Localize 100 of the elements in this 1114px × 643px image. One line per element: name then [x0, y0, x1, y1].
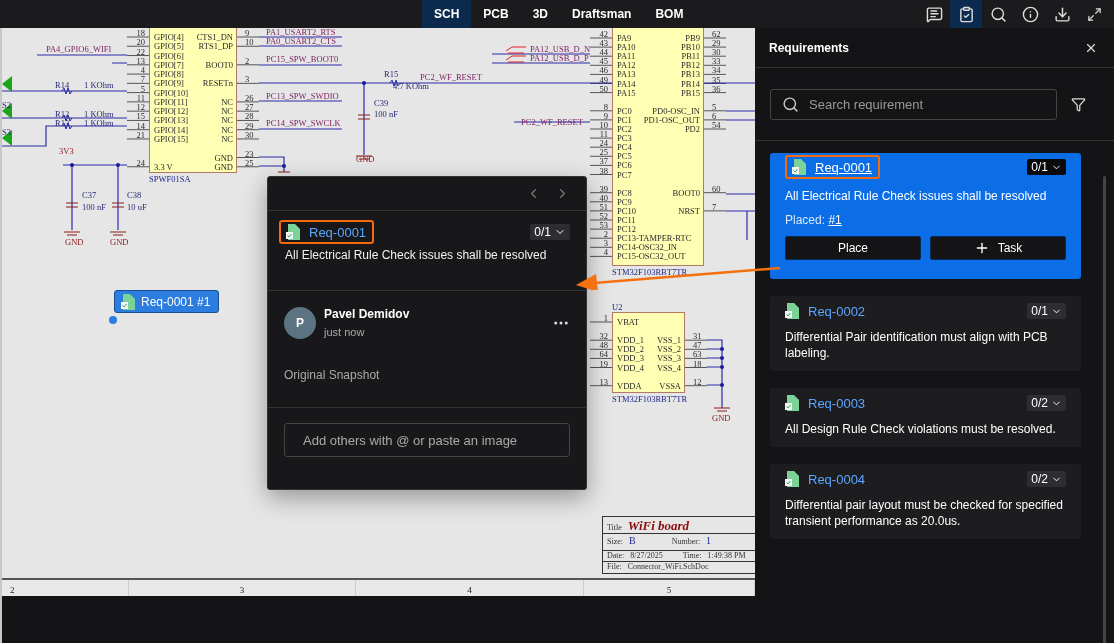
avatar: P — [284, 307, 316, 339]
net-label: PA12_USB_D_P — [530, 53, 589, 63]
part-designator: C38 — [127, 190, 142, 200]
net-label: PC15_SPW_BOOT0 — [266, 54, 339, 64]
pin-name: PA12 — [617, 60, 636, 71]
pin-number: 2 — [245, 55, 250, 66]
part-value: 4.7 KOhm — [393, 81, 429, 91]
pin-name: PD1-OSC_OUT — [643, 114, 700, 125]
pin-number: 20 — [136, 37, 145, 48]
pin-number: 38 — [599, 165, 608, 176]
snapshot-text: Original Snapshot — [284, 368, 381, 382]
placement-link[interactable]: #1 — [828, 213, 842, 227]
requirement-card[interactable]: Req-0004 0/2 Differential pair layout must be checked for specified transient performance as 20.0us. — [770, 464, 1081, 539]
pin-number: 47 — [693, 340, 702, 351]
pin-name: VSS_3 — [656, 353, 681, 364]
view-tab[interactable]: Draftsman — [560, 0, 644, 28]
action-button[interactable]: Place — [785, 236, 921, 260]
pin-number: 27 — [245, 102, 254, 113]
pin-name: PC4 — [617, 142, 632, 153]
chip-part-number: SPWF01SA — [149, 174, 191, 184]
part-designator: R12 — [55, 109, 70, 119]
pin-number: 43 — [599, 38, 608, 49]
document-check-icon — [785, 395, 799, 411]
requirement-link[interactable]: Req-0003 — [808, 395, 866, 411]
pin-number: 2 — [603, 229, 608, 240]
view-tab[interactable]: PCB — [471, 0, 521, 28]
pin-name: PC3 — [617, 133, 632, 144]
count-dropdown[interactable]: 0/2 — [1027, 471, 1066, 487]
requirement-card[interactable]: Req-0001 0/1 All Electrical Rule Check issues shall be resolved Placed: #1 Place Task — [770, 153, 1081, 279]
pin-number: 49 — [599, 74, 608, 85]
size-caption: Size: — [607, 537, 623, 546]
requirement-link[interactable]: Req-0002 — [808, 303, 866, 319]
view-tab[interactable]: SCH — [422, 0, 472, 28]
power-label: GND — [65, 237, 84, 247]
requirement-text: Differential pair layout must be checked for specified transient performance as 20.0us. — [785, 497, 1064, 529]
pin-number: 60 — [712, 183, 721, 194]
filter-icon[interactable] — [1071, 96, 1086, 112]
pin-name: PD0-OSC_IN — [652, 105, 700, 116]
pin-name: VSS_2 — [656, 344, 681, 355]
pin-number: 5 — [140, 83, 145, 94]
pin-name: PB9 — [685, 33, 700, 43]
part-designator: R14 — [55, 80, 70, 90]
pin-number: 44 — [599, 47, 608, 58]
pin-number: 24 — [599, 138, 608, 149]
comment-field[interactable]: Add others with @ or paste an image — [284, 423, 570, 457]
pin-number: 32 — [599, 331, 608, 342]
part-value: 10 uF — [127, 202, 147, 212]
clipboard-check-icon[interactable] — [950, 0, 982, 28]
pin-name: NC — [221, 106, 233, 117]
view-tab[interactable]: BOM — [643, 0, 696, 28]
pin-name: VDD_1 — [617, 335, 644, 346]
action-button[interactable]: Task — [930, 236, 1066, 260]
count-dropdown[interactable]: 0/2 — [1027, 395, 1066, 411]
net-label: PC2_WF_RESET — [420, 72, 482, 82]
requirement-link[interactable]: Req-0001 — [815, 159, 873, 175]
part-value: 100 nF — [374, 109, 398, 119]
requirement-card[interactable]: Req-0003 0/2 All Design Rule Check violations must be resolved. — [770, 388, 1081, 447]
pin-name: NRST — [678, 205, 700, 216]
pin-number: 4 — [140, 65, 145, 76]
net-label: PA4_GPIO6_WIFI — [46, 44, 112, 54]
count-dropdown[interactable]: 0/1 — [1027, 303, 1066, 319]
anchor-dot — [109, 316, 117, 324]
pin-name: PA15 — [617, 87, 636, 98]
sheet-date: 8/27/2025 — [630, 551, 663, 560]
time-caption: Time: — [682, 551, 702, 560]
placement-tag[interactable]: Req-0001 #1 — [114, 290, 220, 313]
search-field[interactable]: Search requirement — [770, 88, 1057, 120]
sheet-size: B — [629, 535, 636, 546]
pin-name: PC11 — [617, 215, 636, 225]
pin-number: 36 — [712, 83, 721, 94]
pin-number: 35 — [712, 74, 721, 85]
pin-name: GPIO[13] — [154, 115, 188, 126]
requirement-link[interactable]: Req-0001 — [309, 224, 367, 240]
pin-number: 21 — [136, 129, 145, 140]
pin-number: 18 — [136, 28, 145, 38]
pin-number: 37 — [599, 156, 608, 167]
pin-number: 7 — [140, 74, 145, 85]
pin-number: 3 — [603, 238, 608, 249]
pin-number: 3 — [245, 74, 250, 85]
pin-name: VDD_4 — [617, 362, 644, 373]
requirement-link[interactable]: Req-0004 — [808, 471, 866, 487]
net-label: PC13_SPW_SWDIO — [266, 91, 339, 101]
pin-name: PC8 — [617, 187, 632, 198]
pin-name: BOOT0 — [205, 59, 233, 70]
scrollbar[interactable] — [1103, 176, 1106, 643]
requirement-card[interactable]: Req-0002 0/1 Differential Pair identification must align with PCB labeling. — [770, 296, 1081, 371]
pin-number: 33 — [712, 56, 721, 67]
view-tab[interactable]: 3D — [520, 0, 561, 28]
count-dropdown[interactable]: 0/1 — [1027, 159, 1066, 175]
count-dropdown[interactable]: 0/1 — [530, 224, 570, 240]
sheet-title: WiFi board — [627, 518, 690, 534]
date-caption: Date: — [607, 551, 625, 560]
pin-number: 6 — [712, 110, 717, 121]
pin-name: NC — [221, 133, 233, 144]
document-check-icon — [792, 159, 806, 175]
pin-name: GPIO[5] — [154, 41, 184, 52]
pin-number: 11 — [599, 129, 608, 140]
pin-name: 3.3 V — [154, 161, 173, 172]
net-label: PC2_WF_RESET — [521, 117, 583, 127]
pin-number: 42 — [599, 29, 608, 39]
